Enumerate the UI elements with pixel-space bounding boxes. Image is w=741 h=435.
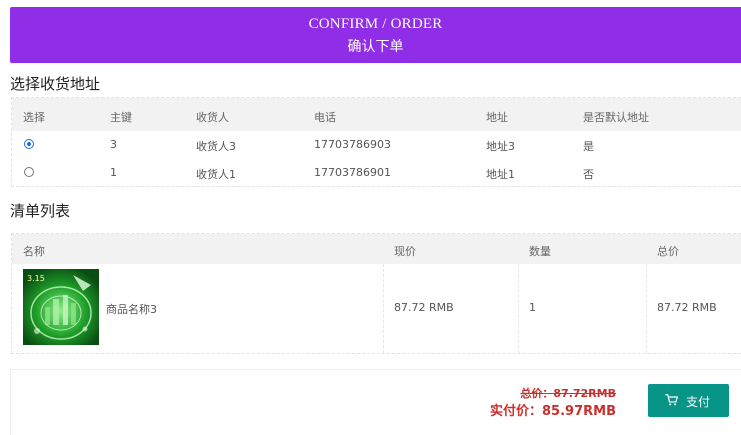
address-receiver: 收货人3: [196, 140, 236, 153]
product-quantity: 1: [529, 301, 536, 314]
column-divider: [518, 264, 519, 353]
product-image[interactable]: 3.15: [23, 269, 99, 345]
address-table: 选择 主键 收货人 电话 地址 是否默认地址 3 收货人3 1770378690…: [11, 97, 741, 187]
address-table-header: 选择 主键 收货人 电话 地址 是否默认地址: [12, 98, 741, 131]
cart-icon: [665, 394, 678, 406]
cart-table-header: 名称 现价 数量 总价: [12, 234, 741, 264]
address-radio-selected[interactable]: [24, 139, 34, 149]
product-name[interactable]: 商品名称3: [106, 301, 157, 317]
col-phone: 电话: [314, 111, 336, 124]
col-select: 选择: [23, 111, 45, 124]
address-text: 地址1: [486, 168, 515, 181]
page-banner: CONFIRM / ORDER 确认下单: [10, 7, 741, 63]
address-section-title: 选择收货地址: [10, 75, 101, 93]
col-name: 名称: [23, 245, 45, 258]
column-divider: [383, 264, 384, 353]
address-phone: 17703786901: [314, 166, 391, 179]
actual-total: 实付价：85.97RMB: [490, 404, 616, 419]
col-address: 地址: [486, 111, 508, 124]
address-phone: 17703786903: [314, 138, 391, 151]
product-total: 87.72 RMB: [657, 301, 717, 314]
col-price: 现价: [394, 245, 416, 258]
product-price: 87.72 RMB: [394, 301, 454, 314]
col-is-default: 是否默认地址: [583, 111, 649, 124]
address-id: 1: [110, 166, 117, 179]
col-id: 主键: [110, 111, 132, 124]
banner-title-en: CONFIRM / ORDER: [308, 16, 443, 32]
address-is-default: 是: [583, 140, 594, 153]
address-receiver: 收货人1: [196, 168, 236, 181]
address-text: 地址3: [486, 140, 515, 153]
col-total: 总价: [657, 245, 679, 258]
address-is-default: 否: [583, 168, 594, 181]
original-total: 总价：87.72RMB: [520, 387, 616, 400]
cart-section-title: 清单列表: [10, 202, 71, 220]
banner-title-zh: 确认下单: [347, 39, 404, 55]
column-divider: [646, 264, 647, 353]
pay-button[interactable]: 支付: [648, 384, 729, 417]
col-quantity: 数量: [529, 245, 551, 258]
col-receiver: 收货人: [196, 111, 229, 124]
address-id: 3: [110, 138, 117, 151]
order-summary-panel: [10, 369, 741, 435]
address-radio[interactable]: [24, 167, 34, 177]
cart-table: 名称 现价 数量 总价 3.15 商品名称3 87.72 RMB 1 87.72…: [11, 233, 741, 354]
svg-text:3.15: 3.15: [27, 274, 45, 283]
pay-button-label: 支付: [686, 395, 711, 409]
